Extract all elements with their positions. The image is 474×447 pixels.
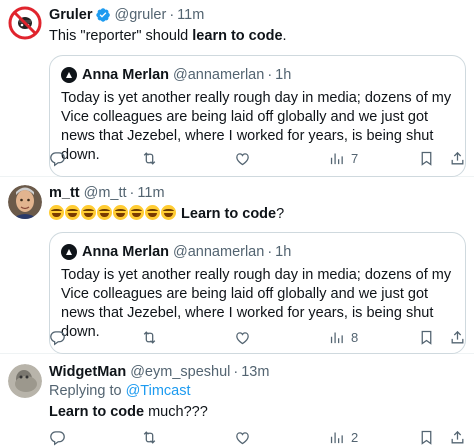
retweet-icon [143, 430, 156, 444]
quoted-avatar [61, 67, 77, 83]
separator-dot: · [169, 7, 175, 23]
handle[interactable]: @gruler [115, 5, 167, 25]
retweet-button[interactable] [141, 427, 158, 447]
rolling-on-floor-laughing-emoji [81, 205, 96, 220]
verified-badge-icon [95, 7, 111, 23]
tweet[interactable]: m_tt @m_tt · 11m Learn to code? Anna Mer… [0, 177, 474, 354]
rolling-on-floor-laughing-emoji [65, 205, 80, 220]
separator-dot: · [267, 67, 273, 83]
reply-icon [50, 151, 65, 166]
quoted-display-name: Anna Merlan [82, 244, 170, 260]
tweet-text-bold: Learn to code [181, 206, 277, 222]
share-button[interactable] [449, 327, 466, 347]
quoted-tweet-header: Anna Merlan @annamerlan · 1h [61, 65, 454, 85]
like-icon [236, 431, 249, 444]
avatar[interactable] [8, 185, 42, 219]
tweet-text: Learn to code? [49, 204, 466, 224]
action-bar: 8 [49, 327, 465, 347]
quoted-timestamp: 1h [275, 67, 292, 83]
views-icon [330, 153, 343, 164]
tweet[interactable]: Gruler @gruler · 11m This "reporter" sho… [0, 0, 474, 177]
rolling-on-floor-laughing-emoji [145, 205, 160, 220]
tweet-text-bold: Learn to code [49, 404, 145, 420]
reply-button[interactable] [49, 148, 66, 168]
quoted-tweet-header: Anna Merlan @annamerlan · 1h [61, 242, 454, 262]
views-count: 7 [351, 150, 359, 166]
quoted-timestamp: 1h [275, 244, 292, 260]
action-bar: 2 [49, 427, 465, 447]
tweet-header: m_tt @m_tt · 11m [49, 183, 466, 203]
share-icon [451, 151, 464, 164]
quoted-display-name: Anna Merlan [82, 67, 170, 83]
replying-to: Replying to @Timcast [49, 382, 466, 401]
tweet-text: Learn to code much??? [49, 402, 466, 422]
tweet-header: WidgetMan @eym_speshul · 13m [49, 362, 466, 382]
retweet-icon [143, 330, 156, 344]
share-button[interactable] [449, 148, 466, 168]
like-button[interactable] [234, 327, 251, 347]
bookmark-button[interactable] [418, 427, 435, 447]
timestamp[interactable]: 11m [177, 5, 204, 25]
tweet-text-bold: learn to code [192, 28, 283, 44]
timestamp[interactable]: 11m [137, 183, 164, 203]
emoji-row [49, 205, 177, 222]
rolling-on-floor-laughing-emoji [129, 205, 144, 220]
views-button[interactable]: 8 [328, 327, 358, 347]
views-icon [330, 332, 343, 343]
avatar[interactable] [8, 6, 42, 40]
bookmark-button[interactable] [418, 327, 435, 347]
tweet-text-end: ? [276, 206, 285, 222]
bookmark-icon [421, 430, 432, 445]
rolling-on-floor-laughing-emoji [97, 205, 112, 220]
bookmark-icon [421, 330, 432, 345]
separator-dot: · [267, 244, 273, 260]
tweet-text-plain: This "reporter" should [49, 28, 193, 44]
rolling-on-floor-laughing-emoji [113, 205, 128, 220]
quoted-handle: @annamerlan [173, 244, 265, 260]
reply-icon [50, 330, 65, 345]
tweet-text-end: much??? [144, 404, 208, 420]
like-button[interactable] [234, 427, 251, 447]
tweet-text-end: . [282, 28, 287, 44]
separator-dot: · [129, 185, 135, 201]
reply-icon [50, 430, 65, 445]
reply-button[interactable] [49, 427, 66, 447]
replying-to-label: Replying to [49, 383, 126, 399]
handle[interactable]: @m_tt [84, 183, 127, 203]
views-button[interactable]: 2 [328, 427, 358, 447]
tweet[interactable]: WidgetMan @eym_speshul · 13m Replying to… [0, 354, 474, 447]
tweet-text: This "reporter" should learn to code. [49, 26, 466, 46]
tweet-header: Gruler @gruler · 11m [49, 5, 466, 25]
views-count: 2 [351, 429, 359, 445]
rolling-on-floor-laughing-emoji [161, 205, 176, 220]
views-icon [330, 432, 343, 443]
display-name[interactable]: WidgetMan [49, 362, 126, 382]
tweet-content: WidgetMan @eym_speshul · 13m Replying to… [49, 362, 466, 422]
quoted-handle: @annamerlan [173, 67, 265, 83]
quoted-avatar [61, 244, 77, 260]
like-icon [236, 331, 249, 344]
reply-button[interactable] [49, 327, 66, 347]
bookmark-button[interactable] [418, 148, 435, 168]
views-button[interactable]: 7 [328, 148, 358, 168]
retweet-icon [143, 151, 156, 165]
share-icon [451, 330, 464, 343]
views-count: 8 [351, 329, 359, 345]
avatar[interactable] [8, 364, 42, 398]
rolling-on-floor-laughing-emoji [49, 205, 64, 220]
replying-to-link[interactable]: @Timcast [126, 383, 191, 399]
share-icon [451, 430, 464, 443]
bookmark-icon [421, 151, 432, 166]
retweet-button[interactable] [141, 148, 158, 168]
separator-dot: · [233, 364, 239, 380]
handle[interactable]: @eym_speshul [130, 362, 230, 382]
retweet-button[interactable] [141, 327, 158, 347]
like-icon [236, 152, 249, 165]
share-button[interactable] [449, 427, 466, 447]
action-bar: 7 [49, 148, 465, 168]
display-name[interactable]: m_tt [49, 183, 80, 203]
display-name[interactable]: Gruler [49, 5, 93, 25]
timestamp[interactable]: 13m [241, 362, 269, 382]
like-button[interactable] [234, 148, 251, 168]
